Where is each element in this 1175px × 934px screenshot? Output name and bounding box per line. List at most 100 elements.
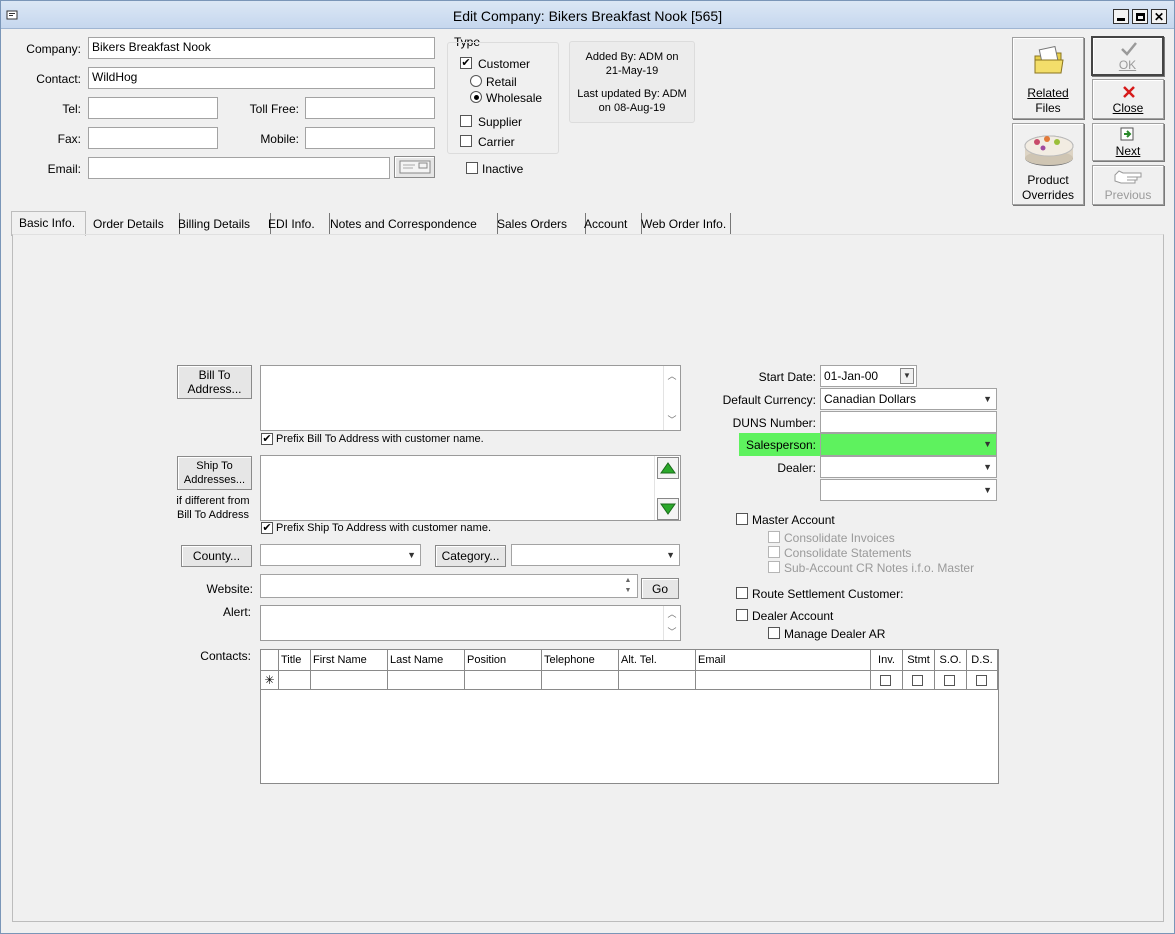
route-settlement-checkbox[interactable] bbox=[736, 587, 748, 599]
customer-checkbox[interactable]: ✔ bbox=[460, 57, 472, 69]
wholesale-radio[interactable] bbox=[470, 91, 482, 103]
tab-sales-orders[interactable]: Sales Orders bbox=[497, 213, 586, 235]
category-button[interactable]: Category... bbox=[435, 545, 506, 567]
tab-order-details[interactable]: Order Details bbox=[93, 213, 180, 235]
currency-select[interactable]: Canadian Dollars ▼ bbox=[820, 388, 997, 410]
col-position[interactable]: Position bbox=[465, 650, 542, 671]
category-select[interactable]: ▼ bbox=[511, 544, 680, 566]
col-title[interactable]: Title bbox=[279, 650, 311, 671]
ok-button[interactable]: OK bbox=[1091, 36, 1164, 76]
tollfree-input[interactable] bbox=[305, 97, 435, 119]
scroll-up-icon[interactable]: ︿ bbox=[664, 368, 680, 384]
new-row-alt-tel-cell[interactable] bbox=[619, 671, 696, 690]
prefix-ship-checkbox[interactable]: ✔ bbox=[261, 522, 273, 534]
new-row-so-checkbox[interactable] bbox=[944, 675, 955, 686]
close-button[interactable]: Close bbox=[1092, 79, 1164, 119]
ship-to-addresses-list[interactable] bbox=[260, 455, 681, 521]
website-input[interactable] bbox=[260, 574, 638, 598]
inactive-checkbox[interactable] bbox=[466, 162, 478, 174]
master-account-label: Master Account bbox=[752, 513, 835, 527]
website-spinner[interactable]: ▲ ▼ bbox=[620, 576, 636, 596]
previous-button[interactable]: Previous bbox=[1092, 165, 1164, 205]
maximize-button[interactable] bbox=[1132, 9, 1148, 24]
col-telephone[interactable]: Telephone bbox=[542, 650, 619, 671]
subaccount-cr-checkbox[interactable] bbox=[768, 561, 780, 573]
next-button[interactable]: Next bbox=[1092, 123, 1164, 161]
tab-account[interactable]: Account bbox=[584, 213, 642, 235]
scroll-down-icon[interactable]: ﹀ bbox=[664, 625, 680, 639]
company-input[interactable]: Bikers Breakfast Nook bbox=[88, 37, 435, 59]
product-overrides-button[interactable]: Product Overrides bbox=[1012, 123, 1084, 205]
tab-basic-info[interactable]: Basic Info. bbox=[11, 211, 86, 236]
bill-to-address-memo[interactable]: ︿ ﹀ bbox=[260, 365, 681, 431]
new-row-telephone-cell[interactable] bbox=[542, 671, 619, 690]
new-row-first-name-cell[interactable] bbox=[311, 671, 388, 690]
tab-notes-correspondence[interactable]: Notes and Correspondence bbox=[330, 213, 498, 235]
new-row-inv-checkbox[interactable] bbox=[880, 675, 891, 686]
tab-edi-info[interactable]: EDI Info. bbox=[268, 213, 330, 235]
bill-to-scrollbar[interactable]: ︿ ﹀ bbox=[663, 366, 680, 430]
ship-to-label-2: Addresses... bbox=[183, 474, 246, 486]
related-files-button[interactable]: Related Files bbox=[1012, 37, 1084, 119]
ship-to-addresses-button[interactable]: Ship To Addresses... bbox=[177, 456, 252, 490]
col-last-name[interactable]: Last Name bbox=[388, 650, 465, 671]
tab-web-order-info[interactable]: Web Order Info. bbox=[641, 213, 731, 235]
scroll-up-icon[interactable]: ︿ bbox=[664, 607, 680, 621]
send-email-button[interactable] bbox=[394, 156, 435, 178]
new-row-email-cell[interactable] bbox=[696, 671, 871, 690]
col-inv[interactable]: Inv. bbox=[871, 650, 903, 671]
manage-dealer-ar-checkbox[interactable] bbox=[768, 627, 780, 639]
dealer-select[interactable]: ▼ bbox=[820, 456, 997, 478]
maximize-icon bbox=[1135, 12, 1145, 21]
green-down-arrow-icon bbox=[660, 503, 676, 515]
col-stmt[interactable]: Stmt bbox=[903, 650, 935, 671]
prefix-bill-checkbox[interactable]: ✔ bbox=[261, 433, 273, 445]
consolidate-invoices-checkbox[interactable] bbox=[768, 531, 780, 543]
col-so[interactable]: S.O. bbox=[935, 650, 967, 671]
bill-to-address-button[interactable]: Bill To Address... bbox=[177, 365, 252, 399]
salesperson-select[interactable]: ▼ bbox=[820, 433, 997, 456]
calendar-dropdown-icon[interactable]: ▼ bbox=[900, 368, 914, 384]
master-account-checkbox[interactable] bbox=[736, 513, 748, 525]
alert-memo[interactable]: ︿ ﹀ bbox=[260, 605, 681, 641]
new-row-ds-checkbox[interactable] bbox=[976, 675, 987, 686]
col-email[interactable]: Email bbox=[696, 650, 871, 671]
spin-down-icon[interactable]: ▼ bbox=[620, 586, 636, 596]
close-window-button[interactable]: ✕ bbox=[1151, 9, 1167, 24]
mobile-input[interactable] bbox=[305, 127, 435, 149]
scroll-down-icon[interactable]: ﹀ bbox=[664, 412, 680, 428]
contacts-grid[interactable]: Title First Name Last Name Position Tele… bbox=[260, 649, 999, 784]
start-date-value: 01-Jan-00 bbox=[824, 369, 879, 383]
new-row-stmt-checkbox[interactable] bbox=[912, 675, 923, 686]
alert-scrollbar[interactable]: ︿ ﹀ bbox=[663, 606, 680, 640]
duns-input[interactable] bbox=[820, 411, 997, 433]
dealer-account-checkbox[interactable] bbox=[736, 609, 748, 621]
carrier-checkbox[interactable] bbox=[460, 135, 472, 147]
dealer-secondary-select[interactable]: ▼ bbox=[820, 479, 997, 501]
go-button[interactable]: Go bbox=[641, 578, 679, 599]
new-row-last-name-cell[interactable] bbox=[388, 671, 465, 690]
county-button[interactable]: County... bbox=[181, 545, 252, 567]
minimize-button[interactable] bbox=[1113, 9, 1129, 24]
tab-billing-details[interactable]: Billing Details bbox=[178, 213, 271, 235]
supplier-checkbox[interactable] bbox=[460, 115, 472, 127]
retail-radio[interactable] bbox=[470, 75, 482, 87]
spin-up-icon[interactable]: ▲ bbox=[620, 576, 636, 586]
contact-input[interactable]: WildHog bbox=[88, 67, 435, 89]
duns-label: DUNS Number: bbox=[732, 416, 816, 430]
consolidate-statements-checkbox[interactable] bbox=[768, 546, 780, 558]
county-select[interactable]: ▼ bbox=[260, 544, 421, 566]
email-input[interactable] bbox=[88, 157, 390, 179]
start-date-picker[interactable]: 01-Jan-00 ▼ bbox=[820, 365, 917, 387]
new-row-position-cell[interactable] bbox=[465, 671, 542, 690]
new-row-title-cell[interactable] bbox=[279, 671, 311, 690]
ship-to-up-button[interactable] bbox=[657, 457, 679, 479]
ship-to-down-button[interactable] bbox=[657, 498, 679, 520]
col-alt-tel[interactable]: Alt. Tel. bbox=[619, 650, 696, 671]
red-x-icon bbox=[1123, 86, 1135, 98]
col-first-name[interactable]: First Name bbox=[311, 650, 388, 671]
tel-input[interactable] bbox=[88, 97, 218, 119]
col-ds[interactable]: D.S. bbox=[967, 650, 998, 671]
currency-value: Canadian Dollars bbox=[824, 392, 917, 406]
fax-input[interactable] bbox=[88, 127, 218, 149]
